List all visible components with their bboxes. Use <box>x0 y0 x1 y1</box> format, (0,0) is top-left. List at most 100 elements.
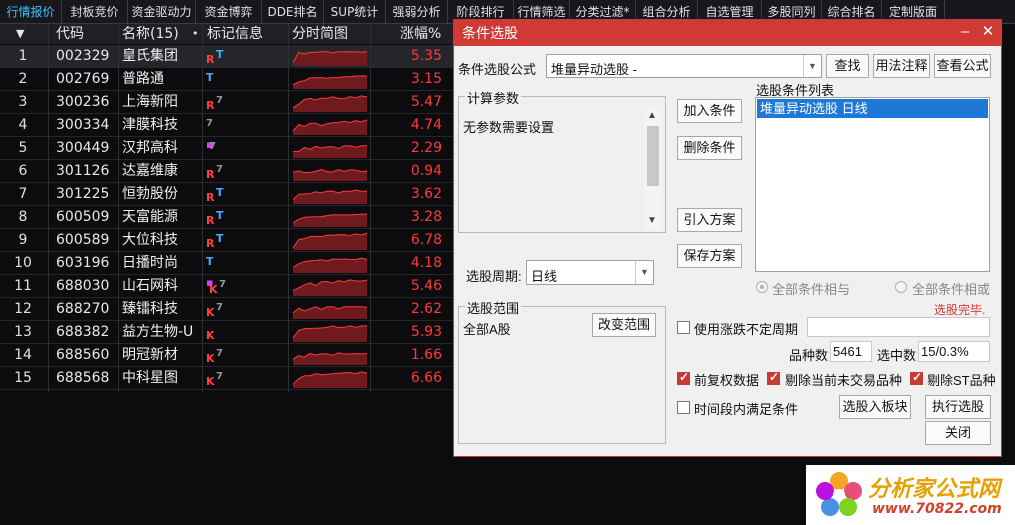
chevron-down-icon[interactable]: ▼ <box>635 261 653 284</box>
tab-5[interactable]: SUP统计 <box>324 0 386 24</box>
tab-0[interactable]: 行情报价 <box>0 0 62 24</box>
formula-select[interactable]: 堆量异动选股 - ▼ <box>546 54 822 78</box>
change-percent: 1.66 <box>410 347 442 363</box>
mark-info: T <box>206 252 286 275</box>
tab-2[interactable]: 资金驱动力 <box>128 0 196 24</box>
table-row[interactable]: 5 300449 汉邦高科 ▪ 7 2.29 <box>0 137 453 160</box>
condition-list-item[interactable]: 堆量异动选股 日线 <box>757 99 988 118</box>
condition-list: 堆量异动选股 日线 <box>755 97 990 272</box>
column-header-mark[interactable]: 标记信息 <box>207 24 263 44</box>
import-scheme-button[interactable]: 引入方案 <box>677 208 742 232</box>
remove-untraded-checkbox[interactable] <box>767 370 780 385</box>
intraday-sparkline <box>292 352 368 365</box>
add-condition-button[interactable]: 加入条件 <box>677 99 742 123</box>
close-icon[interactable]: ✕ <box>977 20 999 46</box>
stock-code: 688270 <box>56 301 110 317</box>
tab-1[interactable]: 封板竞价 <box>62 0 128 24</box>
row-index: 7 <box>18 186 28 202</box>
params-text: 无参数需要设置 <box>463 120 555 135</box>
remove-st-checkbox[interactable] <box>910 370 923 385</box>
stock-name: 明冠新材 <box>122 347 178 363</box>
table-row[interactable]: 2 002769 普路通 T 3.15 <box>0 68 453 91</box>
scroll-down-icon[interactable]: ▼ <box>647 215 657 226</box>
chevron-down-icon[interactable]: ▼ <box>803 55 821 77</box>
and-radio-label: 全部条件相与 <box>772 282 851 297</box>
selected-field: 15/0.3% <box>918 341 990 362</box>
time-range-label: 时间段内满足条件 <box>694 402 799 417</box>
prev-adjust-checkbox[interactable] <box>677 370 690 385</box>
row-index: 13 <box>14 324 32 340</box>
table-row[interactable]: 8 600509 天富能源 R T 3.28 <box>0 206 453 229</box>
find-button[interactable]: 查找 <box>826 54 869 78</box>
mark-7-icon: 7 <box>216 302 223 313</box>
period-select[interactable]: 日线 ▼ <box>526 260 654 285</box>
watermark-logo: 分析家公式网 www.70822.com <box>806 465 1015 525</box>
tab-3[interactable]: 资金博弈 <box>196 0 262 24</box>
mark-7-icon: 7 <box>219 279 226 290</box>
mark-info: R7 <box>206 160 286 183</box>
table-row[interactable]: 1 002329 皇氏集团 R T 5.35 <box>0 45 453 68</box>
to-block-button[interactable]: 选股入板块 <box>839 395 911 419</box>
intraday-sparkline <box>292 145 367 158</box>
mark-info: R7 <box>206 91 286 114</box>
usage-notes-button[interactable]: 用法注释 <box>873 54 930 78</box>
time-range-checkbox[interactable] <box>677 401 690 414</box>
change-percent: 6.66 <box>410 370 442 386</box>
mark-7-icon: 7 <box>216 95 223 106</box>
table-row[interactable]: 3 300236 上海新阳 R 7 5.47 <box>0 91 453 114</box>
condition-stock-picker-dialog: 条件选股 – ✕ 条件选股公式 堆量异动选股 - ▼ 查找 用法注释 查看公式 … <box>453 19 1002 457</box>
tab-4[interactable]: DDE排名 <box>262 0 324 24</box>
count-value: 5461 <box>833 344 862 359</box>
mark-t-icon: T <box>216 186 224 199</box>
mark-t-icon: T <box>216 232 224 245</box>
row-index: 10 <box>14 255 32 271</box>
table-row[interactable]: 14 688560 明冠新材 K 7 1.66 <box>0 344 453 367</box>
column-header-name[interactable]: 名称(15) <box>122 24 179 44</box>
table-row[interactable]: 15 688568 中科星图 K 7 6.66 <box>0 367 453 390</box>
execute-button[interactable]: 执行选股 <box>925 395 991 419</box>
column-header-change[interactable]: 涨幅% <box>400 24 441 44</box>
save-scheme-button[interactable]: 保存方案 <box>677 244 742 268</box>
uncertain-period-input[interactable] <box>807 317 990 337</box>
scrollbar-thumb[interactable] <box>647 126 659 186</box>
intraday-sparkline <box>292 51 368 66</box>
mark-t-icon: T <box>206 71 214 84</box>
dialog-title-bar[interactable]: 条件选股 – ✕ <box>454 20 1001 46</box>
stock-name: 大位科技 <box>122 232 178 248</box>
or-radio[interactable] <box>895 281 907 293</box>
uncertain-period-checkbox[interactable] <box>677 321 690 334</box>
table-row[interactable]: 12 688270 臻镭科技 K 7 2.62 <box>0 298 453 321</box>
change-percent: 5.47 <box>410 94 442 110</box>
tab-6[interactable]: 强弱分析 <box>386 0 448 24</box>
table-row[interactable]: 4 300334 津膜科技 7 4.74 <box>0 114 453 137</box>
table-row[interactable]: 9 600589 大位科技 R T 6.78 <box>0 229 453 252</box>
change-percent: 3.28 <box>410 209 442 225</box>
intraday-sparkline <box>292 232 368 250</box>
scroll-up-icon[interactable]: ▲ <box>647 110 657 121</box>
table-row[interactable]: 11 688030 山石网科 ▪ K 7 5.46 <box>0 275 453 298</box>
stock-code: 300334 <box>56 117 110 133</box>
change-scope-button[interactable]: 改变范围 <box>592 313 656 337</box>
change-percent: 2.29 <box>410 140 442 156</box>
params-scrollbar[interactable]: ▲ ▼ <box>645 109 661 229</box>
column-divider <box>370 24 371 392</box>
column-header-chart[interactable]: 分时简图 <box>292 24 348 44</box>
view-formula-button[interactable]: 查看公式 <box>934 54 991 78</box>
delete-condition-button[interactable]: 删除条件 <box>677 136 742 160</box>
table-row[interactable]: 10 603196 日播时尚 T 4.18 <box>0 252 453 275</box>
column-header-name-dot: • <box>192 27 199 40</box>
column-header-code[interactable]: 代码 <box>56 24 84 44</box>
close-button[interactable]: 关闭 <box>925 421 991 445</box>
mark-7-icon: 7 <box>209 141 216 152</box>
minimize-icon[interactable]: – <box>954 20 976 46</box>
and-radio[interactable] <box>756 281 768 293</box>
table-row[interactable]: 13 688382 益方生物-U K 5.93 <box>0 321 453 344</box>
column-divider <box>202 24 203 392</box>
selected-label: 选中数 <box>877 348 917 363</box>
change-percent: 5.46 <box>410 278 442 294</box>
intraday-sparkline <box>292 306 368 319</box>
sort-indicator-icon[interactable]: ▼ <box>16 24 24 44</box>
intraday-sparkline <box>292 119 368 135</box>
table-row[interactable]: 7 301225 恒勃股份 R T 3.62 <box>0 183 453 206</box>
table-row[interactable]: 6 301126 达嘉维康 R 7 0.94 <box>0 160 453 183</box>
